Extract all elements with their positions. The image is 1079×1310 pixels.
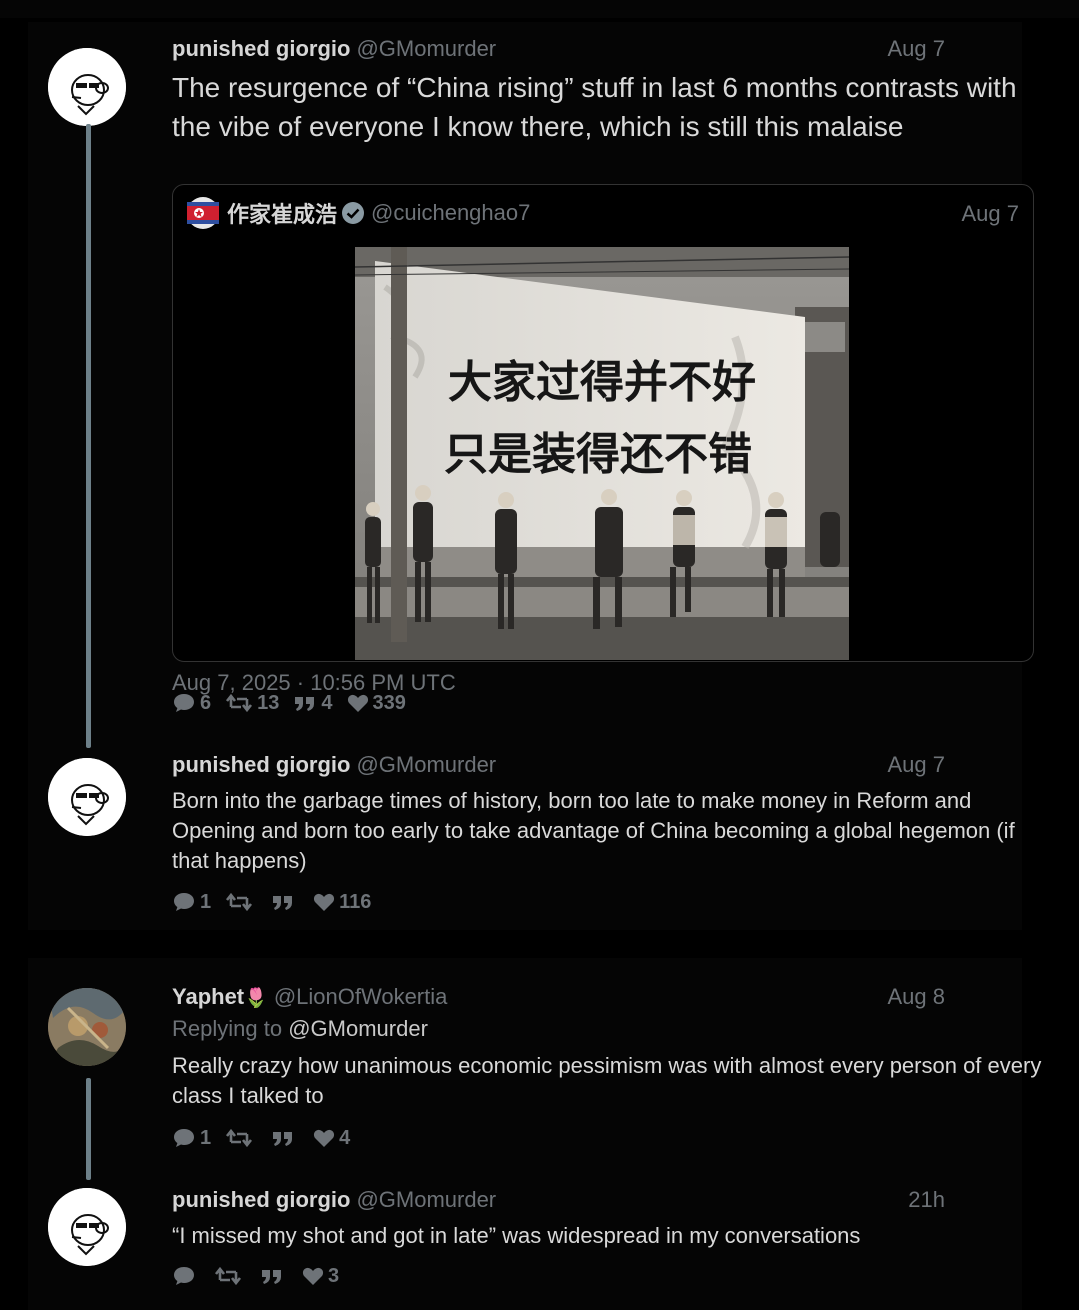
top-bar	[0, 0, 1079, 18]
retweet-stat[interactable]	[214, 1265, 246, 1287]
pig-avatar-icon	[48, 758, 126, 836]
heart-icon	[302, 1267, 324, 1285]
retweet-icon	[226, 1128, 253, 1148]
retweet-icon	[226, 693, 253, 713]
quote-icon	[273, 896, 293, 910]
quote-stat[interactable]	[271, 1127, 299, 1149]
quote-stat[interactable]: 4	[293, 691, 333, 715]
tweet-text: Really crazy how unanimous economic pess…	[172, 1053, 1042, 1108]
image-text-line-2: 只是装得还不错	[444, 429, 752, 480]
quoted-author-handle[interactable]: @cuichenghao7	[371, 200, 530, 226]
reply-count: 1	[200, 1126, 212, 1149]
tweet-date[interactable]: Aug 7	[888, 752, 946, 778]
reply-count: 1	[200, 890, 212, 913]
thread-line	[86, 124, 91, 748]
tweet-date[interactable]: Aug 8	[888, 984, 946, 1010]
image-text-line-1: 大家过得并不好	[448, 357, 756, 408]
quote-icon	[295, 697, 315, 711]
comment-icon	[174, 893, 194, 911]
tweet-stats: 1 116	[172, 888, 385, 916]
pig-avatar-icon	[48, 1188, 126, 1266]
heart-icon	[314, 1129, 335, 1147]
comment-icon	[174, 1129, 194, 1147]
replying-to: Replying to @GMomurder	[172, 1016, 428, 1042]
comment-icon	[174, 694, 194, 712]
tweet-stats: 1 4	[172, 1124, 364, 1152]
pig-avatar-icon	[48, 48, 126, 126]
tweet-header: Yaphet🌷 @LionOfWokertia	[172, 984, 447, 1012]
retweet-icon	[214, 1266, 242, 1286]
like-count: 4	[339, 1126, 351, 1149]
quoted-tweet-header: 作家崔成浩 @cuichenghao7	[187, 197, 530, 229]
retweet-count: 13	[257, 691, 280, 714]
like-stat[interactable]: 339	[347, 692, 406, 715]
reply-stat[interactable]	[172, 1265, 200, 1287]
avatar[interactable]	[48, 758, 126, 836]
tweet-header: punished giorgio @GMomurder	[172, 752, 496, 780]
verified-icon	[342, 202, 365, 224]
thread-card: punished giorgio @GMomurder Aug 7 The res…	[28, 22, 1034, 930]
like-count: 3	[328, 1264, 340, 1287]
tulip-emoji: 🌷	[244, 988, 268, 1009]
tweet-text: Born into the garbage times of history, …	[172, 788, 1015, 873]
author-name[interactable]: Yaphet	[172, 984, 244, 1009]
author-handle[interactable]: @GMomurder	[356, 752, 496, 777]
author-handle[interactable]: @GMomurder	[356, 1187, 496, 1212]
street-wall-photo: 大家过得并不好 只是装得还不错	[355, 247, 849, 660]
quoted-tweet[interactable]: 作家崔成浩 @cuichenghao7 Aug 7 大家过得并不好 只是装得还不…	[172, 184, 1034, 662]
author-handle[interactable]: @LionOfWokertia	[274, 984, 448, 1009]
quote-icon	[273, 1132, 293, 1146]
like-stat[interactable]: 4	[313, 1127, 350, 1150]
author-name[interactable]: punished giorgio	[172, 752, 350, 777]
quoted-tweet-image[interactable]: 大家过得并不好 只是装得还不错	[355, 247, 849, 660]
like-stat[interactable]: 116	[313, 891, 371, 914]
avatar[interactable]	[48, 48, 126, 126]
heart-icon	[314, 893, 335, 911]
thread-card: Yaphet🌷 @LionOfWokertia Aug 8 Replying to…	[28, 958, 1041, 1310]
reply-count: 6	[200, 691, 212, 714]
like-count: 339	[372, 691, 406, 714]
avatar[interactable]	[48, 988, 126, 1066]
author-handle[interactable]: @GMomurder	[356, 36, 496, 61]
tweet-date[interactable]: 21h	[908, 1187, 945, 1213]
comment-icon	[174, 1267, 194, 1285]
reply-stat[interactable]: 1	[172, 891, 211, 914]
retweet-icon	[226, 892, 253, 912]
replying-to-label: Replying to	[172, 1016, 283, 1041]
tweet-text: “I missed my shot and got in late” was w…	[172, 1223, 861, 1248]
author-name[interactable]: punished giorgio	[172, 36, 350, 61]
quote-count: 4	[321, 691, 333, 714]
painting-avatar-icon	[48, 988, 126, 1066]
tweet-header: punished giorgio @GMomurder	[172, 1187, 496, 1215]
tweet-stats: 3	[172, 1262, 353, 1290]
thread-line	[86, 1078, 91, 1180]
tweet-date[interactable]: Aug 7	[888, 36, 946, 62]
reply-stat[interactable]: 1	[172, 1127, 211, 1150]
heart-icon	[347, 694, 368, 712]
tweet-text: The resurgence of “China rising” stuff i…	[172, 72, 1017, 142]
avatar[interactable]	[48, 1188, 126, 1266]
quote-icon	[262, 1270, 281, 1284]
tweet-stats: 6 13 4 339	[172, 689, 420, 717]
reply-stat[interactable]: 6	[172, 692, 211, 715]
tweet-header: punished giorgio @GMomurder	[172, 36, 496, 64]
retweet-stat[interactable]	[225, 1127, 257, 1149]
like-count: 116	[339, 890, 372, 913]
retweet-stat[interactable]: 13	[225, 692, 279, 715]
like-stat[interactable]: 3	[302, 1265, 339, 1288]
quote-stat[interactable]	[260, 1265, 288, 1287]
replying-to-mention[interactable]: @GMomurder	[288, 1016, 428, 1041]
flag-icon	[187, 197, 219, 229]
quote-stat[interactable]	[271, 891, 299, 913]
retweet-stat[interactable]	[225, 891, 257, 913]
quoted-tweet-date[interactable]: Aug 7	[962, 201, 1020, 227]
quoted-author-name[interactable]: 作家崔成浩	[227, 197, 337, 229]
author-name[interactable]: punished giorgio	[172, 1187, 350, 1212]
